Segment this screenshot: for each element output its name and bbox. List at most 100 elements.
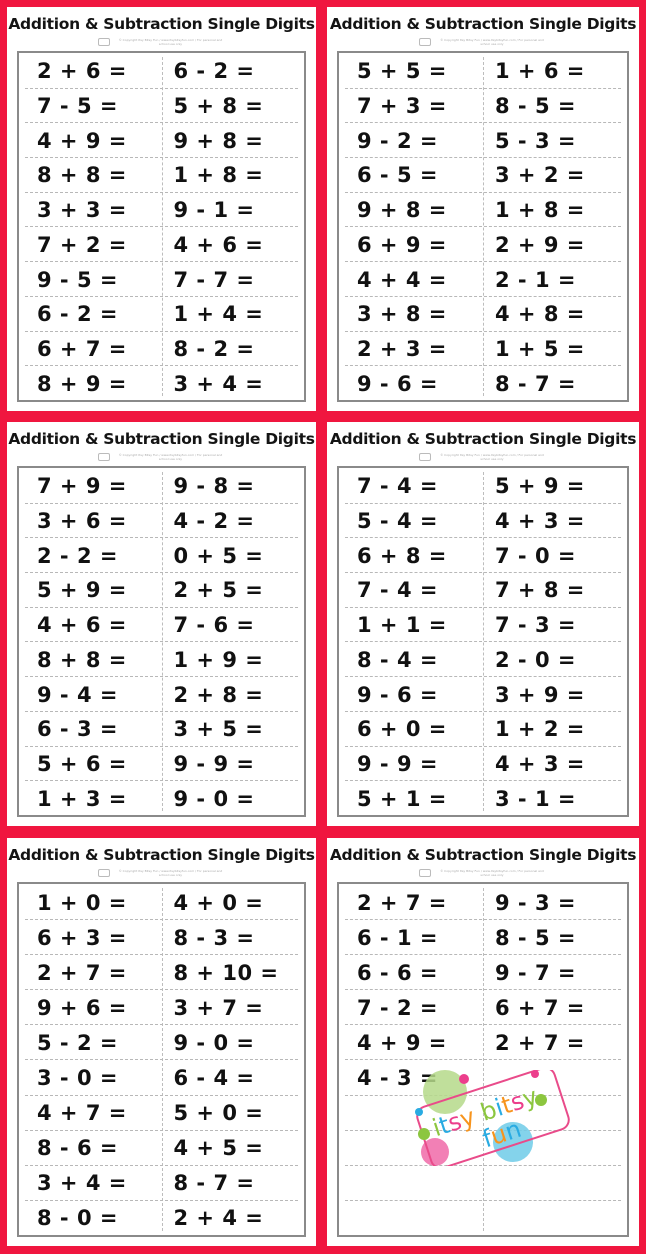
copyright-line: © Copyright Itsy Bitsy Fun / www.itsybit… xyxy=(327,37,639,47)
problem-right: 1 + 2 = xyxy=(495,717,585,742)
logo-mini-icon xyxy=(97,453,110,461)
worksheet-title: Addition & Subtraction Single Digits xyxy=(329,430,637,448)
problem-right: 1 + 9 = xyxy=(173,647,264,672)
problem-right: 5 - 3 = xyxy=(495,128,576,153)
problem-right: 4 + 3 = xyxy=(495,509,585,534)
problem-grid: 5 + 5 = 1 + 6 = 7 + 3 = 8 - 5 = 9 - 2 = 5 - 3… xyxy=(337,51,629,402)
copyright-text: © Copyright Itsy Bitsy Fun / www.itsybit… xyxy=(440,869,544,877)
problem-row: 6 - 1 = 8 - 5 = xyxy=(345,920,621,956)
problem-row: 5 - 4 = 4 + 3 = xyxy=(345,504,621,539)
logo-mini-icon xyxy=(419,453,431,461)
problem-grid: 2 + 6 = 6 - 2 = 7 - 5 = 5 + 8 = 4 + 9 = 9 + 8… xyxy=(17,51,306,402)
problem-grid: 2 + 7 = 9 - 3 = 6 - 1 = 8 - 5 = 6 - 6 = 9 - 7… xyxy=(337,882,629,1237)
worksheet-2: Addition & Subtraction Single Digits © C… xyxy=(327,7,639,411)
problem-left: 5 + 1 = xyxy=(357,786,447,811)
worksheet-1: Addition & Subtraction Single Digits © C… xyxy=(7,7,316,411)
problem-left: 5 + 6 = xyxy=(37,751,127,776)
problem-row: 7 + 9 = 9 - 8 = xyxy=(25,469,298,504)
problem-left: 6 + 3 = xyxy=(37,925,127,950)
problem-left: 2 + 6 = xyxy=(37,59,127,84)
problem-left: 9 - 6 = xyxy=(357,371,438,396)
itsy-bitsy-fun-logo: itsy bitsy fun xyxy=(415,1070,570,1166)
problem-row: 4 + 6 = 7 - 6 = xyxy=(25,608,298,643)
problem-right: 8 - 5 = xyxy=(495,925,576,950)
problem-right: 4 - 2 = xyxy=(173,509,255,534)
problem-row: 3 - 0 = 6 - 4 = xyxy=(25,1061,298,1096)
worksheet-3: Addition & Subtraction Single Digits © C… xyxy=(7,422,316,826)
problem-row: 6 + 7 = 8 - 2 = xyxy=(25,332,298,367)
copyright-text: © Copyright Itsy Bitsy Fun / www.itsybit… xyxy=(118,453,223,461)
problem-right: 3 + 9 = xyxy=(495,682,585,707)
logo-dot-icon xyxy=(459,1074,469,1084)
problem-right: 1 + 6 = xyxy=(495,59,585,84)
copyright-line: © Copyright Itsy Bitsy Fun / www.itsybit… xyxy=(7,868,316,878)
problem-right: 1 + 8 = xyxy=(495,198,585,223)
problem-left: 4 + 7 = xyxy=(37,1101,127,1126)
problem-left: 8 + 8 = xyxy=(37,163,127,188)
problem-row: 8 - 6 = 4 + 5 = xyxy=(25,1131,298,1166)
problem-left: 1 + 1 = xyxy=(357,613,447,638)
problem-left: 6 - 6 = xyxy=(357,960,438,985)
problem-row: 5 - 2 = 9 - 0 = xyxy=(25,1025,298,1061)
problem-left: 6 + 0 = xyxy=(357,717,447,742)
problem-row: 7 - 4 = 7 + 8 = xyxy=(345,573,621,608)
problem-row: 5 + 5 = 1 + 6 = xyxy=(345,54,621,89)
problem-right: 5 + 9 = xyxy=(495,474,585,499)
worksheet-collage: Addition & Subtraction Single Digits © C… xyxy=(0,0,646,1254)
worksheet-title: Addition & Subtraction Single Digits xyxy=(329,846,637,864)
problem-left: 6 - 5 = xyxy=(357,163,438,188)
problem-left: 6 + 7 = xyxy=(37,336,127,361)
problem-right: 4 + 0 = xyxy=(173,890,264,915)
problem-row: 2 + 6 = 6 - 2 = xyxy=(25,54,298,89)
problem-right: 1 + 8 = xyxy=(173,163,264,188)
worksheet-5: Addition & Subtraction Single Digits © C… xyxy=(7,838,316,1246)
problem-row: 3 + 4 = 8 - 7 = xyxy=(25,1166,298,1201)
logo-mini-icon xyxy=(419,869,431,877)
worksheet-title: Addition & Subtraction Single Digits xyxy=(8,15,315,33)
problem-left: 9 + 6 = xyxy=(37,995,127,1020)
problem-row: 2 + 7 = 8 + 10 = xyxy=(25,955,298,991)
problem-right: 8 - 7 = xyxy=(173,1171,255,1196)
problem-row: 6 + 3 = 8 - 3 = xyxy=(25,920,298,956)
problem-row: 7 - 5 = 5 + 8 = xyxy=(25,89,298,124)
problem-right: 3 + 2 = xyxy=(495,163,585,188)
copyright-text: © Copyright Itsy Bitsy Fun / www.itsybit… xyxy=(118,38,223,46)
problem-row: 6 - 2 = 1 + 4 = xyxy=(25,297,298,332)
problem-left: 9 + 8 = xyxy=(357,198,447,223)
problem-left: 8 + 8 = xyxy=(37,647,127,672)
problem-row: 6 + 0 = 1 + 2 = xyxy=(345,712,621,747)
problem-row: 1 + 3 = 9 - 0 = xyxy=(25,781,298,816)
problem-row xyxy=(345,1166,621,1201)
worksheet-title: Addition & Subtraction Single Digits xyxy=(8,846,315,864)
problem-row: 3 + 8 = 4 + 8 = xyxy=(345,297,621,332)
problem-row: 5 + 9 = 2 + 5 = xyxy=(25,573,298,608)
problem-left: 5 - 4 = xyxy=(357,509,438,534)
problem-row: 8 - 4 = 2 - 0 = xyxy=(345,643,621,678)
problem-left: 9 - 4 = xyxy=(37,682,118,707)
problem-right: 7 - 0 = xyxy=(495,543,576,568)
problem-right: 7 - 3 = xyxy=(495,613,576,638)
logo-mini-icon xyxy=(419,38,431,46)
logo-dot-icon xyxy=(415,1108,423,1116)
problem-row: 9 - 5 = 7 - 7 = xyxy=(25,262,298,297)
problem-left: 7 + 9 = xyxy=(37,474,127,499)
worksheet-4: Addition & Subtraction Single Digits © C… xyxy=(327,422,639,826)
problem-left: 9 - 6 = xyxy=(357,682,438,707)
problem-left: 6 + 9 = xyxy=(357,232,447,257)
problem-right: 5 + 8 = xyxy=(173,94,264,119)
problem-right: 7 - 6 = xyxy=(173,613,255,638)
problem-right: 3 + 5 = xyxy=(173,717,264,742)
problem-right: 9 - 0 = xyxy=(173,1030,255,1055)
problem-left: 9 - 5 = xyxy=(37,267,118,292)
problem-row: 4 + 7 = 5 + 0 = xyxy=(25,1096,298,1131)
problem-right: 8 + 10 = xyxy=(173,960,279,985)
problem-right: 2 + 5 = xyxy=(173,578,264,603)
problem-left: 9 - 2 = xyxy=(357,128,438,153)
copyright-text: © Copyright Itsy Bitsy Fun / www.itsybit… xyxy=(118,869,223,877)
problem-row: 9 - 6 = 8 - 7 = xyxy=(345,366,621,401)
problem-row: 8 + 9 = 3 + 4 = xyxy=(25,366,298,401)
problem-left: 8 - 6 = xyxy=(37,1136,118,1161)
problem-row: 7 - 2 = 6 + 7 = xyxy=(345,990,621,1026)
problem-left: 8 + 9 = xyxy=(37,371,127,396)
problem-row: 6 - 5 = 3 + 2 = xyxy=(345,158,621,193)
